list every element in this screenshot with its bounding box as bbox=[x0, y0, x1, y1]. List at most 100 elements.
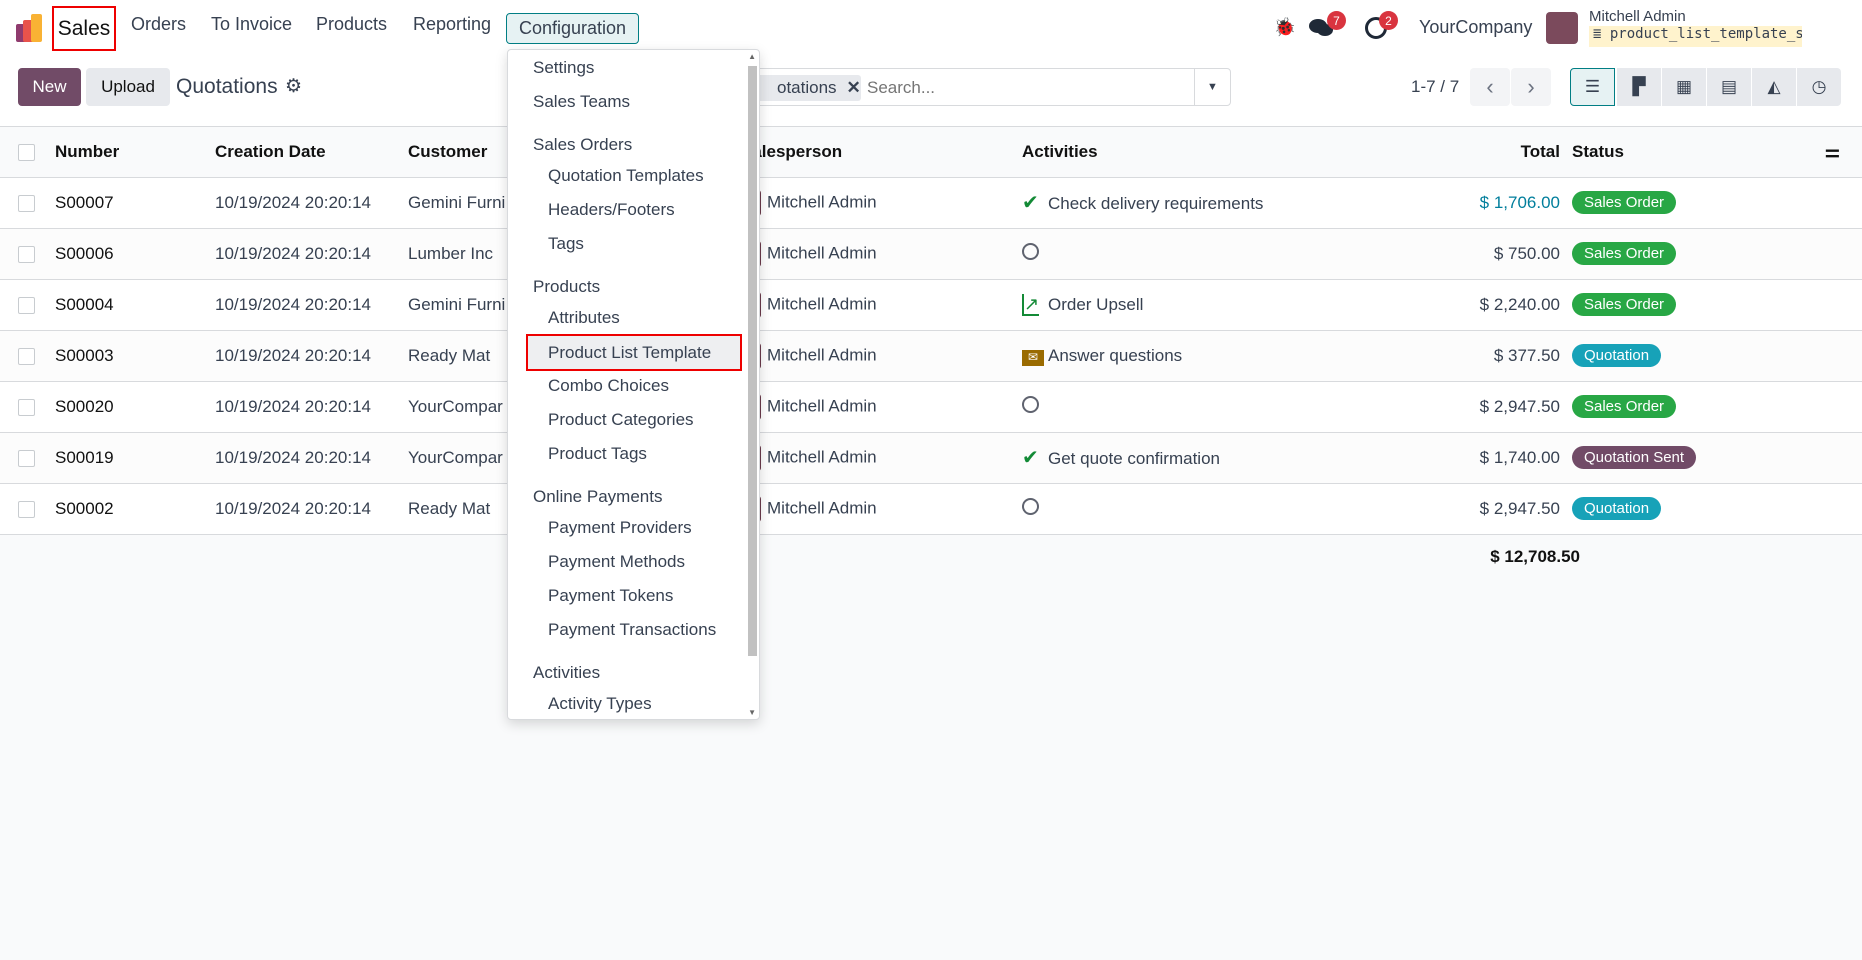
app-logo-icon[interactable] bbox=[16, 14, 46, 42]
envelope-icon[interactable]: ✉ bbox=[1022, 346, 1048, 366]
pager-previous-icon[interactable]: ‹ bbox=[1470, 68, 1510, 106]
list-view-icon[interactable]: ☰ bbox=[1570, 68, 1615, 106]
row-checkbox[interactable] bbox=[18, 245, 35, 263]
upload-button[interactable]: Upload bbox=[86, 68, 170, 106]
configuration-dropdown: ▲ ▼ Settings Sales Teams Sales Orders Quota… bbox=[507, 49, 760, 720]
menu-item-quotation-templates[interactable]: Quotation Templates bbox=[548, 166, 704, 186]
menu-item-activity-types[interactable]: Activity Types bbox=[548, 694, 652, 714]
column-activities[interactable]: Activities bbox=[1022, 127, 1402, 178]
clock-icon[interactable] bbox=[1022, 395, 1048, 418]
menu-products[interactable]: Products bbox=[316, 14, 387, 35]
menu-item-payment-transactions[interactable]: Payment Transactions bbox=[548, 620, 716, 640]
column-number[interactable]: Number bbox=[55, 127, 215, 178]
select-all-checkbox[interactable] bbox=[18, 143, 35, 161]
menu-item-tags[interactable]: Tags bbox=[548, 234, 584, 254]
cell-number: S00004 bbox=[55, 279, 215, 331]
cell-activities[interactable]: ✔ Get quote confirmation bbox=[1022, 432, 1402, 484]
column-total[interactable]: Total bbox=[1402, 127, 1572, 178]
cell-activities[interactable]: ✉ Answer questions bbox=[1022, 330, 1402, 382]
menu-configuration[interactable]: Configuration bbox=[506, 13, 640, 44]
cell-date: 10/19/2024 20:20:14 bbox=[215, 381, 408, 433]
cell-date: 10/19/2024 20:20:14 bbox=[215, 330, 408, 382]
optional-columns-icon[interactable]: ⚌ bbox=[1825, 142, 1840, 162]
cell-activities[interactable] bbox=[1022, 381, 1402, 433]
column-status[interactable]: Status ⚌ bbox=[1572, 127, 1862, 178]
table-row[interactable]: S00004 10/19/2024 20:20:14 Gemini Furni … bbox=[0, 279, 1862, 331]
cell-salesperson: Mitchell Admin bbox=[739, 228, 1022, 280]
column-creation-date[interactable]: Creation Date bbox=[215, 127, 408, 178]
menu-item-payment-tokens[interactable]: Payment Tokens bbox=[548, 586, 673, 606]
pager-next-icon[interactable]: › bbox=[1511, 68, 1551, 106]
search-options-toggle-icon[interactable]: ▼ bbox=[1194, 69, 1230, 105]
cell-total: $ 377.50 bbox=[1402, 330, 1572, 382]
debug-bug-icon[interactable]: 🐞 bbox=[1274, 16, 1296, 38]
pager-value[interactable]: 1-7 / 7 bbox=[1411, 77, 1459, 97]
table-row[interactable]: S00019 10/19/2024 20:20:14 YourCompar Mi… bbox=[0, 432, 1862, 484]
chart-up-icon[interactable]: ↗ bbox=[1022, 294, 1048, 316]
row-checkbox[interactable] bbox=[18, 296, 35, 314]
cell-activities[interactable]: ✔ Check delivery requirements bbox=[1022, 177, 1402, 229]
menu-item-attributes[interactable]: Attributes bbox=[548, 308, 620, 328]
menu-reporting[interactable]: Reporting bbox=[413, 14, 491, 35]
filter-facet[interactable]: otations ✕ bbox=[757, 75, 861, 101]
table-row[interactable]: S00003 10/19/2024 20:20:14 Ready Mat Mit… bbox=[0, 330, 1862, 382]
pivot-view-icon[interactable]: ▤ bbox=[1706, 68, 1751, 106]
status-badge: Sales Order bbox=[1572, 293, 1677, 316]
menu-item-product-tags[interactable]: Product Tags bbox=[548, 444, 647, 464]
cell-total: $ 1,740.00 bbox=[1402, 432, 1572, 484]
cell-activities[interactable] bbox=[1022, 228, 1402, 280]
table-row[interactable]: S00007 10/19/2024 20:20:14 Gemini Furni … bbox=[0, 177, 1862, 229]
row-checkbox[interactable] bbox=[18, 194, 35, 212]
graph-view-icon[interactable]: ◭ bbox=[1751, 68, 1796, 106]
check-icon[interactable]: ✔ bbox=[1022, 190, 1048, 215]
row-checkbox[interactable] bbox=[18, 347, 35, 365]
company-switcher[interactable]: YourCompany bbox=[1419, 17, 1532, 38]
check-icon[interactable]: ✔ bbox=[1022, 445, 1048, 470]
app-brand-sales[interactable]: Sales bbox=[52, 6, 116, 51]
menu-item-activities: Activities bbox=[533, 663, 601, 682]
salesperson-name: Mitchell Admin bbox=[767, 395, 877, 415]
database-icon: ≣ bbox=[1593, 26, 1610, 42]
menu-item-product-list-template[interactable]: Product List Template bbox=[526, 334, 742, 371]
activity-view-icon[interactable]: ◷ bbox=[1796, 68, 1841, 106]
cell-salesperson: Mitchell Admin bbox=[739, 432, 1022, 484]
new-button[interactable]: New bbox=[18, 68, 81, 106]
kanban-view-icon[interactable]: ▛ bbox=[1616, 68, 1661, 106]
cell-status: Quotation Sent bbox=[1572, 432, 1862, 484]
status-badge: Sales Order bbox=[1572, 242, 1677, 265]
menu-item-settings[interactable]: Settings bbox=[533, 58, 594, 78]
dropdown-scrollbar[interactable] bbox=[748, 66, 757, 656]
cell-activities[interactable] bbox=[1022, 483, 1402, 535]
row-checkbox[interactable] bbox=[18, 500, 35, 518]
clock-icon[interactable] bbox=[1022, 242, 1048, 265]
table-row[interactable]: S00002 10/19/2024 20:20:14 Ready Mat Mit… bbox=[0, 483, 1862, 535]
search-input[interactable] bbox=[867, 75, 1167, 101]
menu-item-product-categories[interactable]: Product Categories bbox=[548, 410, 694, 430]
calendar-view-icon[interactable]: ▦ bbox=[1661, 68, 1706, 106]
cell-salesperson: Mitchell Admin bbox=[739, 381, 1022, 433]
row-checkbox[interactable] bbox=[18, 398, 35, 416]
salesperson-name: Mitchell Admin bbox=[767, 293, 877, 313]
menu-item-headers-footers[interactable]: Headers/Footers bbox=[548, 200, 675, 220]
facet-label: otations bbox=[777, 78, 837, 97]
user-avatar[interactable] bbox=[1546, 12, 1578, 44]
row-checkbox[interactable] bbox=[18, 449, 35, 467]
menu-item-payment-methods[interactable]: Payment Methods bbox=[548, 552, 685, 572]
column-salesperson[interactable]: Salesperson bbox=[741, 127, 1022, 178]
scroll-down-icon[interactable]: ▼ bbox=[748, 708, 756, 717]
remove-facet-icon[interactable]: ✕ bbox=[847, 78, 861, 97]
table-row[interactable]: S00006 10/19/2024 20:20:14 Lumber Inc Mi… bbox=[0, 228, 1862, 280]
menu-orders[interactable]: Orders bbox=[131, 14, 186, 35]
scroll-up-icon[interactable]: ▲ bbox=[748, 52, 756, 61]
menu-to-invoice[interactable]: To Invoice bbox=[211, 14, 292, 35]
table-row[interactable]: S00020 10/19/2024 20:20:14 YourCompar Mi… bbox=[0, 381, 1862, 433]
gear-icon[interactable]: ⚙ bbox=[285, 75, 302, 98]
menu-item-sales-teams[interactable]: Sales Teams bbox=[533, 92, 630, 112]
cell-activities[interactable]: ↗ Order Upsell bbox=[1022, 279, 1402, 331]
status-badge: Quotation bbox=[1572, 344, 1662, 367]
search-bar[interactable]: otations ✕ ▼ bbox=[736, 68, 1231, 106]
menu-item-payment-providers[interactable]: Payment Providers bbox=[548, 518, 692, 538]
menu-item-combo-choices[interactable]: Combo Choices bbox=[548, 376, 669, 396]
user-name[interactable]: Mitchell Admin bbox=[1589, 8, 1686, 25]
clock-icon[interactable] bbox=[1022, 497, 1048, 520]
